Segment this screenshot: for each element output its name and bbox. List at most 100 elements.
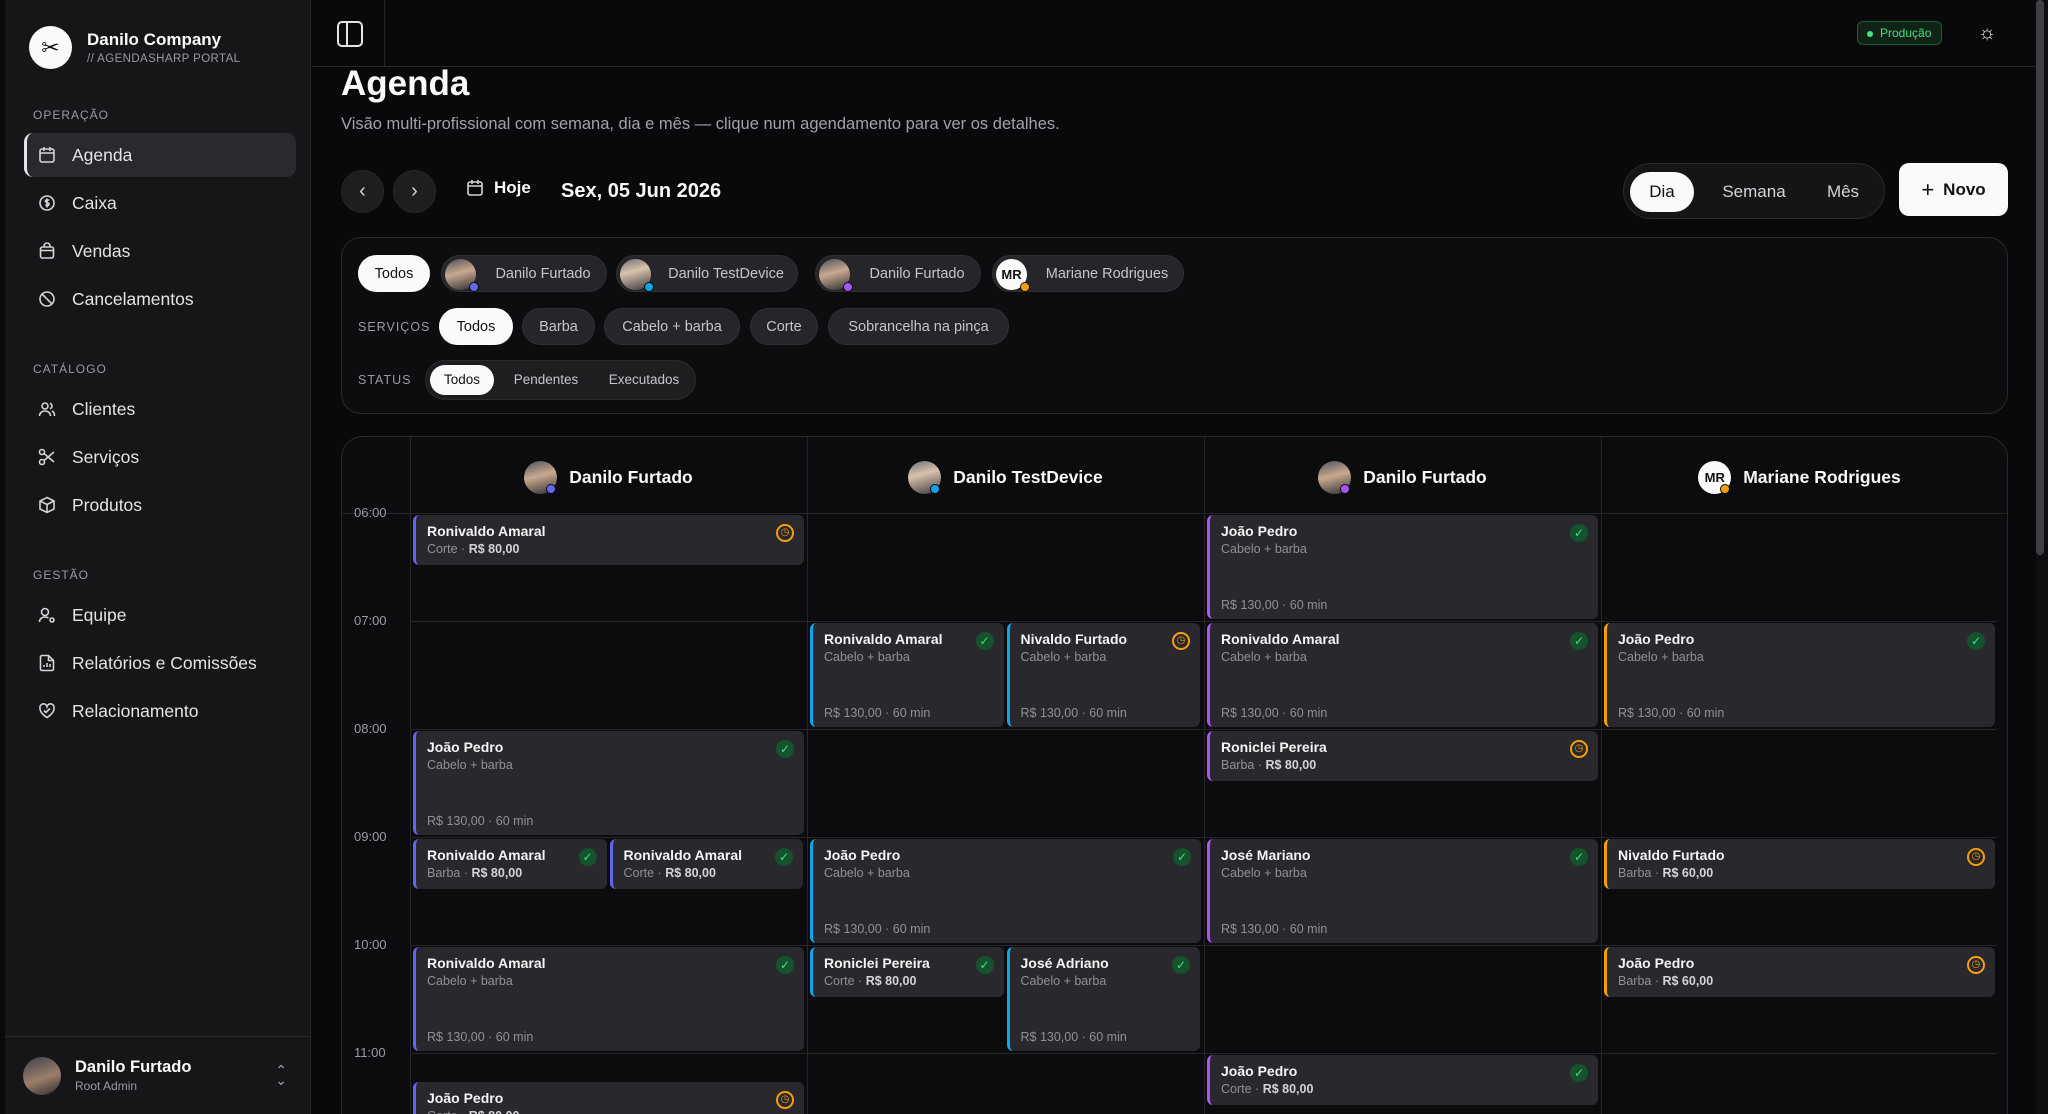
appointment-card[interactable]: Ronivaldo Amaral Corte · R$ 80,00 ◷: [413, 515, 804, 565]
appointment-card[interactable]: José Mariano Cabelo + barba R$ 130,00 · 60…: [1207, 839, 1598, 943]
new-appointment-button[interactable]: + Novo: [1899, 163, 2008, 216]
appointment-card[interactable]: José Adriano Cabelo + barba R$ 130,00 · 60…: [1006, 947, 1200, 1051]
sidebar-toggle-icon[interactable]: [337, 21, 363, 47]
appointment-service: Cabelo + barba: [427, 758, 804, 772]
sun-icon[interactable]: ☼: [1976, 22, 1998, 44]
professional-chip[interactable]: Danilo Furtado: [441, 255, 607, 292]
column-header: Danilo Furtado: [410, 457, 807, 497]
brand[interactable]: ✂ Danilo Company // AGENDASHARP PORTAL: [29, 26, 240, 69]
tab-semana[interactable]: Semana: [1704, 172, 1804, 212]
appointment-card[interactable]: Ronivaldo Amaral Cabelo + barba R$ 130,00 …: [810, 623, 1004, 727]
check-icon: ✓: [1570, 1064, 1588, 1082]
nav-section-gestao: GESTÃO: [33, 568, 90, 582]
appointment-service: Cabelo + barba: [824, 650, 1004, 664]
today-button[interactable]: Hoje: [466, 178, 531, 198]
professional-chip-all[interactable]: Todos: [358, 255, 430, 292]
appointment-footer: R$ 130,00 · 60 min: [427, 1030, 534, 1044]
appointment-client: Ronivaldo Amaral: [1221, 631, 1340, 647]
column-header: MR Mariane Rodrigues: [1601, 457, 1998, 497]
scissors-icon: [38, 448, 56, 466]
professional-chip[interactable]: Danilo Furtado: [815, 255, 981, 292]
appointment-card[interactable]: Ronivaldo Amaral Barba · R$ 80,00 ✓: [413, 839, 607, 889]
sidebar-item-equipe[interactable]: Equipe: [24, 593, 296, 637]
status-option[interactable]: Executados: [596, 365, 692, 395]
sidebar-item-label: Serviços: [72, 446, 140, 467]
filters-panel: Todos Danilo Furtado Danilo TestDevice D…: [341, 237, 2008, 414]
sidebar-item-cancelamentos[interactable]: Cancelamentos: [24, 277, 296, 321]
clock-icon: ◷: [1967, 848, 1985, 866]
appointment-card[interactable]: João Pedro Cabelo + barba R$ 130,00 · 60 m…: [413, 731, 804, 835]
services-label: SERVIÇOS: [358, 320, 431, 334]
appointment-client: João Pedro: [1618, 955, 1695, 971]
appointment-service: Corte · R$ 80,00: [824, 974, 917, 988]
appointment-footer: R$ 130,00 · 60 min: [1618, 706, 1725, 720]
appointment-card[interactable]: João Pedro Corte · R$ 80,00 ✓: [1207, 1055, 1598, 1105]
nav-section-operacao: OPERAÇÃO: [33, 108, 110, 122]
appointment-card[interactable]: Ronivaldo Amaral Cabelo + barba R$ 130,00 …: [1207, 623, 1598, 727]
next-button[interactable]: ›: [393, 170, 436, 213]
sidebar-item-servicos[interactable]: Serviços: [24, 435, 296, 479]
appointment-footer: R$ 130,00 · 60 min: [1221, 706, 1328, 720]
time-label: 09:00: [354, 829, 387, 844]
user-card[interactable]: Danilo Furtado Root Admin ⌃ ⌄: [5, 1036, 311, 1114]
appointment-card[interactable]: Nivaldo Furtado Barba · R$ 60,00 ◷: [1604, 839, 1995, 889]
tab-mes[interactable]: Mês: [1808, 172, 1878, 212]
chevron-left-icon: ‹: [359, 180, 366, 202]
professional-chip[interactable]: Danilo TestDevice: [616, 255, 798, 292]
appointment-card[interactable]: Ronivaldo Amaral Corte · R$ 80,00 ✓: [609, 839, 803, 889]
appointment-service: Cabelo + barba: [1221, 866, 1598, 880]
sidebar-item-vendas[interactable]: Vendas: [24, 229, 296, 273]
sidebar-item-caixa[interactable]: Caixa: [24, 181, 296, 225]
status-option[interactable]: Pendentes: [498, 365, 594, 395]
new-label: Novo: [1943, 179, 1986, 199]
prev-button[interactable]: ‹: [341, 170, 384, 213]
appointment-service: Cabelo + barba: [427, 974, 804, 988]
avatar: [1318, 460, 1352, 494]
sidebar-item-label: Clientes: [72, 398, 136, 419]
color-dot: [1020, 282, 1030, 292]
appointment-card[interactable]: João Pedro Cabelo + barba R$ 130,00 · 60 m…: [810, 839, 1201, 943]
check-icon: ✓: [776, 740, 794, 758]
status-option[interactable]: Todos: [430, 365, 494, 395]
appointment-service: Corte · R$ 80,00: [427, 542, 520, 556]
sidebar-item-agenda[interactable]: Agenda: [24, 133, 296, 177]
scrollbar[interactable]: [2036, 0, 2048, 1114]
scrollbar-thumb[interactable]: [2036, 0, 2044, 555]
appointment-card[interactable]: João Pedro Corte · R$ 80,00◷: [413, 1082, 804, 1114]
service-chip[interactable]: Corte: [750, 308, 818, 345]
appointment-card[interactable]: João Pedro Cabelo + barba R$ 130,00 · 60 m…: [1604, 623, 1995, 727]
service-chip[interactable]: Sobrancelha na pinça: [828, 308, 1009, 345]
appointment-card[interactable]: Roniclei Pereira Barba · R$ 80,00 ◷: [1207, 731, 1598, 781]
service-chip[interactable]: Cabelo + barba: [604, 308, 740, 345]
service-chip[interactable]: Barba: [522, 308, 595, 345]
tab-dia[interactable]: Dia: [1630, 172, 1694, 212]
appointment-card[interactable]: Roniclei Pereira Corte · R$ 80,00 ✓: [810, 947, 1004, 997]
appointment-client: João Pedro: [1618, 631, 1695, 647]
user-role: Root Admin: [75, 1079, 138, 1093]
service-name: Cabelo + barba: [1618, 650, 1704, 664]
appointment-price: R$ 80,00: [468, 542, 520, 556]
service-chip-all[interactable]: Todos: [439, 308, 513, 345]
color-dot: [469, 282, 479, 292]
sidebar-item-relacionamento[interactable]: Relacionamento: [24, 689, 296, 733]
service-name: Cabelo + barba: [1221, 542, 1307, 556]
file-chart-icon: [38, 654, 56, 672]
appointment-card[interactable]: João Pedro Cabelo + barba R$ 130,00 · 60 m…: [1207, 515, 1598, 619]
sidebar-item-produtos[interactable]: Produtos: [24, 483, 296, 527]
check-icon: ✓: [776, 956, 794, 974]
service-name: Cabelo + barba: [1020, 650, 1107, 664]
sidebar-item-clientes[interactable]: Clientes: [24, 387, 296, 431]
topbar: Produção ☼: [312, 0, 2036, 67]
appointment-card[interactable]: Nivaldo Furtado Cabelo + barba R$ 130,00 ·…: [1006, 623, 1200, 727]
appointment-price: R$ 60,00: [1662, 974, 1714, 988]
sidebar-item-relatorios[interactable]: Relatórios e Comissões: [24, 641, 296, 685]
professional-chip[interactable]: MR Mariane Rodrigues: [992, 255, 1184, 292]
clock-icon: ◷: [1967, 956, 1985, 974]
appointment-card[interactable]: João Pedro Barba · R$ 60,00 ◷: [1604, 947, 1995, 997]
appointment-card[interactable]: Ronivaldo Amaral Cabelo + barba R$ 130,00 …: [413, 947, 804, 1051]
sidebar-item-label: Agenda: [72, 144, 133, 165]
appointment-service: Corte · R$ 80,00: [427, 1109, 804, 1114]
sidebar-item-label: Vendas: [72, 240, 131, 261]
clock-icon: ◷: [1172, 632, 1190, 650]
calendar-icon: [38, 146, 56, 164]
